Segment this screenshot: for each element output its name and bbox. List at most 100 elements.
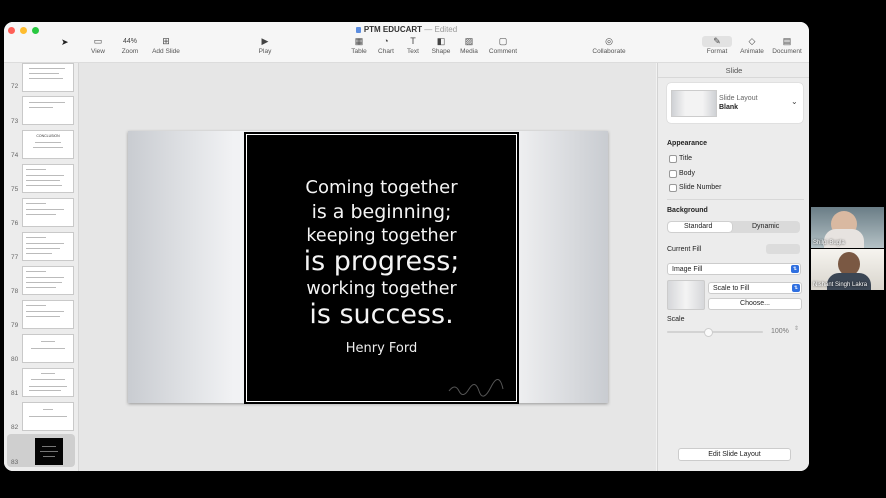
title-checkbox[interactable] [669,155,677,163]
slide-layout-selector[interactable]: Slide Layout Blank ⌄ [667,83,803,123]
scale-mode-value: Scale to Fill [713,284,750,292]
slide-number: 73 [11,118,19,125]
comment-button[interactable]: ▢ Comment [487,36,519,55]
view-button[interactable]: ▭ View [90,36,106,55]
document-name: PTM EDUCART [363,25,423,34]
slide-number: 75 [11,186,19,193]
play-label: Play [258,48,272,55]
slide-thumbnail-74[interactable]: CONCLUSION [22,130,74,159]
slide-thumbnail-73[interactable] [22,96,74,125]
shape-button[interactable]: ◧ Shape [430,36,452,55]
collaborate-button[interactable]: ◎ Collaborate [590,36,628,55]
inspector-panel: Slide Slide Layout Blank ⌄ Appearance Ti… [657,63,809,471]
text-button[interactable]: T Text [404,36,422,55]
paintbrush-icon: ✎ [702,36,732,47]
slide-number: 72 [11,83,19,90]
table-icon: ▦ [354,36,364,46]
fill-type-value: Image Fill [672,265,703,273]
current-fill-swatch[interactable] [766,244,800,254]
slide-thumbnail-72[interactable] [22,63,74,92]
select-arrows-icon: ⇅ [791,265,799,273]
table-button[interactable]: ▦ Table [349,36,369,55]
slide-thumbnail-81[interactable] [22,368,74,397]
participant-video-tile[interactable]: Shilpi Bugla [811,207,884,248]
slide-thumbnail-75[interactable] [22,164,74,193]
slide-number-option-label: Slide Number [679,184,722,191]
document-icon: ▤ [782,36,792,46]
text-label: Text [407,48,419,55]
scale-slider-handle[interactable] [704,328,713,337]
zoom-value: 44% [122,38,137,45]
edit-slide-layout-button[interactable]: Edit Slide Layout [678,448,791,461]
quote-image[interactable]: Coming together is a beginning; keeping … [244,132,519,404]
animate-label: Animate [740,48,764,55]
participant-video-tile[interactable]: Nishant Singh Lakra [811,249,884,290]
slide-layout-value: Blank [719,104,739,111]
toolbar: PTM EDUCART — Edited ▭ View 44% Zoom ⊞ Add … [4,22,809,63]
scale-label: Scale [667,316,685,323]
format-button[interactable]: ✎ Format [702,36,732,55]
window-title: PTM EDUCART — Edited [4,25,809,34]
body-checkbox[interactable] [669,170,677,178]
mouse-cursor-icon: ➤ [61,37,69,47]
standard-tab[interactable]: Standard [684,223,712,230]
fill-image-preview[interactable] [667,280,705,310]
scale-mode-select[interactable]: Scale to Fill ⇅ [708,282,802,294]
quote-line: is a beginning; [311,201,452,223]
edited-status: Edited [434,25,458,34]
inspector-tab-slide[interactable]: Slide [658,66,809,75]
add-slide-button[interactable]: ⊞ Add Slide [151,36,181,55]
zoom-button[interactable]: 44% Zoom [118,36,142,55]
play-icon: ▶ [261,36,269,46]
scale-slider[interactable] [667,331,763,333]
quote-line: is success. [309,299,454,330]
choose-image-button[interactable]: Choose... [708,298,802,310]
slide-layout-label: Slide Layout [719,95,758,102]
current-slide[interactable]: Coming together is a beginning; keeping … [128,131,608,404]
chart-icon: ◔ [383,36,389,46]
collaborate-icon: ◎ [605,36,613,46]
fill-type-select[interactable]: Image Fill ⇅ [667,263,801,275]
document-button[interactable]: ▤ Document [771,36,803,55]
chart-button[interactable]: ◔ Chart [376,36,396,55]
quote-line: working together [306,279,457,299]
animate-button[interactable]: ◇ Animate [738,36,766,55]
slide-navigator: 72 73 74 CONCLUSION 75 76 77 78 79 80 81… [4,63,79,471]
signature-scribble-icon [448,379,504,397]
scale-value[interactable]: 100% [771,328,789,335]
select-arrows-icon: ⇅ [792,284,800,292]
slide-number: 81 [11,390,19,397]
sidebar-icon: ▭ [93,36,103,46]
plus-icon: ⊞ [162,36,170,46]
table-label: Table [351,48,367,55]
shape-label: Shape [431,48,451,55]
slide-thumbnail-78[interactable] [22,266,74,295]
slide-thumbnail-82[interactable] [22,402,74,431]
slide-thumbnail-80[interactable] [22,334,74,363]
slide-thumbnail-79[interactable] [22,300,74,329]
media-button[interactable]: ▨ Media [458,36,480,55]
slide-number-checkbox[interactable] [669,184,677,192]
quote-line: is progress; [303,246,460,277]
zoom-label: Zoom [121,48,139,55]
shape-icon: ◧ [436,36,446,46]
slide-number: 79 [11,322,19,329]
slide-number: 82 [11,424,19,431]
play-button[interactable]: ▶ Play [257,36,273,55]
slide-thumbnail-83[interactable] [34,437,64,466]
quote-author: Henry Ford [345,341,418,356]
slide-thumbnail-77[interactable] [22,232,74,261]
stepper-icon[interactable]: ⇕ [794,325,799,332]
current-fill-label: Current Fill [667,246,702,253]
slide-thumbnail-heading: CONCLUSION [36,134,60,138]
quote-line: keeping together [306,226,457,246]
dynamic-tab[interactable]: Dynamic [752,223,779,230]
slide-thumbnail-76[interactable] [22,198,74,227]
media-icon: ▨ [464,36,474,46]
slide-canvas: Coming together is a beginning; keeping … [79,63,656,471]
media-label: Media [460,48,478,55]
background-heading: Background [667,207,708,214]
layout-thumbnail [671,90,717,117]
slide-number: 77 [11,254,19,261]
format-label: Format [706,48,728,55]
